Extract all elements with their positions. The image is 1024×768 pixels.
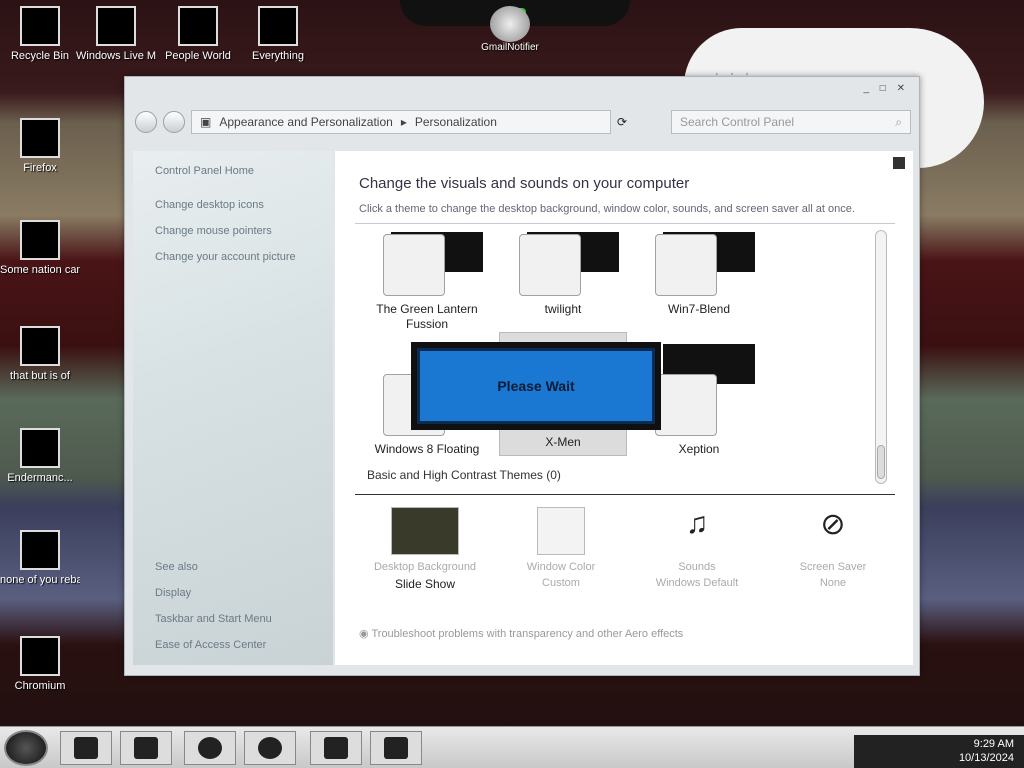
mail-icon [96,6,136,46]
start-button[interactable] [4,730,48,766]
navigation-bar: ▣ Appearance and Personalization ▸ Perso… [135,105,911,139]
sidebar-control-panel-home[interactable]: Control Panel Home [155,165,333,177]
search-app-icon [258,6,298,46]
taskbar-app-3[interactable] [184,731,236,765]
desktop-icon-folder-1[interactable]: Some nation can a rat [0,220,80,276]
system-tray: 9:29 AM 10/13/2024 [854,735,1024,768]
folder-icon [20,326,60,366]
desktop-icon-folder-3[interactable]: none of you rebands kne... [0,530,80,586]
folder-icon [20,220,60,260]
window-color-swatch [537,507,585,555]
control-panel-icon: ▣ [200,115,212,129]
theme-twilight[interactable]: twilight [499,228,627,317]
taskbar-app-5[interactable] [310,731,362,765]
sounds-button[interactable]: ♫ Sounds Windows Default [637,507,757,589]
taskbar-app-2[interactable] [120,731,172,765]
sidebar: Control Panel Home Change desktop icons … [133,151,333,665]
gmail-notifier-widget[interactable]: GmailNotifier [480,6,540,56]
desktop-icon-recycle-bin[interactable]: Recycle Bin [0,6,80,62]
sidebar-change-desktop-icons[interactable]: Change desktop icons [155,199,333,211]
desktop-background-button[interactable]: Desktop Background Slide Show [365,507,485,591]
troubleshoot-link[interactable]: ◉ Troubleshoot problems with transparenc… [359,627,683,640]
clock[interactable]: 9:29 AM 10/13/2024 [959,737,1014,765]
see-also-title: See also [155,561,198,573]
personalization-window: _ □ ✕ ▣ Appearance and Personalization ▸… [124,76,920,676]
screen-saver-button[interactable]: ⊘ Screen Saver None [773,507,893,589]
see-also-section: See also Display Taskbar and Start Menu … [155,561,272,665]
please-wait-label: Please Wait [417,348,655,424]
desktop-icon-folder-2[interactable]: that but is of [0,326,80,382]
please-wait-dialog: Please Wait [411,342,661,430]
theme-win7-blend[interactable]: Win7-Blend [635,228,763,317]
theme-settings-bar: Desktop Background Slide Show Window Col… [355,507,895,617]
clock-time: 9:29 AM [973,738,1014,750]
page-title: Change the visuals and sounds on your co… [359,175,690,192]
see-also-ease-of-access[interactable]: Ease of Access Center [155,639,272,651]
help-icon[interactable] [893,157,905,169]
breadcrumb-appearance[interactable]: Appearance and Personalization [219,115,392,129]
scrollbar-thumb[interactable] [877,445,885,479]
shield-icon: ◉ [359,628,372,640]
back-button[interactable] [135,111,157,133]
browser-icon [20,118,60,158]
clock-date: 10/13/2024 [958,752,1014,764]
desktop-icon-people-world[interactable]: People World [158,6,238,62]
desktop-icon-everything[interactable]: Everything [238,6,318,62]
no-screensaver-icon: ⊘ [820,508,846,541]
chevron-right-icon: ▸ [400,115,407,129]
recycle-bin-icon [20,6,60,46]
search-input[interactable]: Search Control Panel ⌕ [671,110,911,134]
music-notes-icon: ♫ [685,507,709,540]
theme-list-scrollbar[interactable] [875,230,887,484]
sidebar-change-account-picture[interactable]: Change your account picture [155,251,333,263]
breadcrumb[interactable]: ▣ Appearance and Personalization ▸ Perso… [191,110,611,134]
game-icon [20,428,60,468]
main-panel: Change the visuals and sounds on your co… [335,151,913,665]
theme-list: The Green Lantern Fussion twilight Win7-… [355,223,895,495]
desktop-icon-game[interactable]: Endermanc... [0,428,80,484]
search-icon: ⌕ [895,114,902,129]
refresh-icon[interactable]: ⟳ [617,115,627,129]
see-also-display[interactable]: Display [155,587,272,599]
mail-globe-icon [490,6,530,42]
taskbar: 9:29 AM 10/13/2024 [0,726,1024,768]
desktop-background-thumbnail [391,507,459,555]
desktop-icon-windows-live-mail[interactable]: Windows Live Mail [76,6,156,62]
sidebar-change-mouse-pointers[interactable]: Change mouse pointers [155,225,333,237]
globe-icon [178,6,218,46]
folder-icon [20,530,60,570]
basic-high-contrast-group[interactable]: Basic and High Contrast Themes (0) [367,468,561,482]
window-color-button[interactable]: Window Color Custom [501,507,621,589]
taskbar-app-6[interactable] [370,731,422,765]
see-also-taskbar[interactable]: Taskbar and Start Menu [155,613,272,625]
page-subtitle: Click a theme to change the desktop back… [359,203,855,215]
window-controls[interactable]: _ □ ✕ [863,83,909,94]
breadcrumb-personalization[interactable]: Personalization [415,115,497,129]
taskbar-app-1[interactable] [60,731,112,765]
forward-button[interactable] [163,111,185,133]
taskbar-app-4[interactable] [244,731,296,765]
desktop-icon-firefox[interactable]: Firefox [0,118,80,174]
desktop-icon-chromium[interactable]: Chromium [0,636,80,692]
chromium-icon [20,636,60,676]
theme-green-lantern[interactable]: The Green Lantern Fussion [363,228,491,332]
